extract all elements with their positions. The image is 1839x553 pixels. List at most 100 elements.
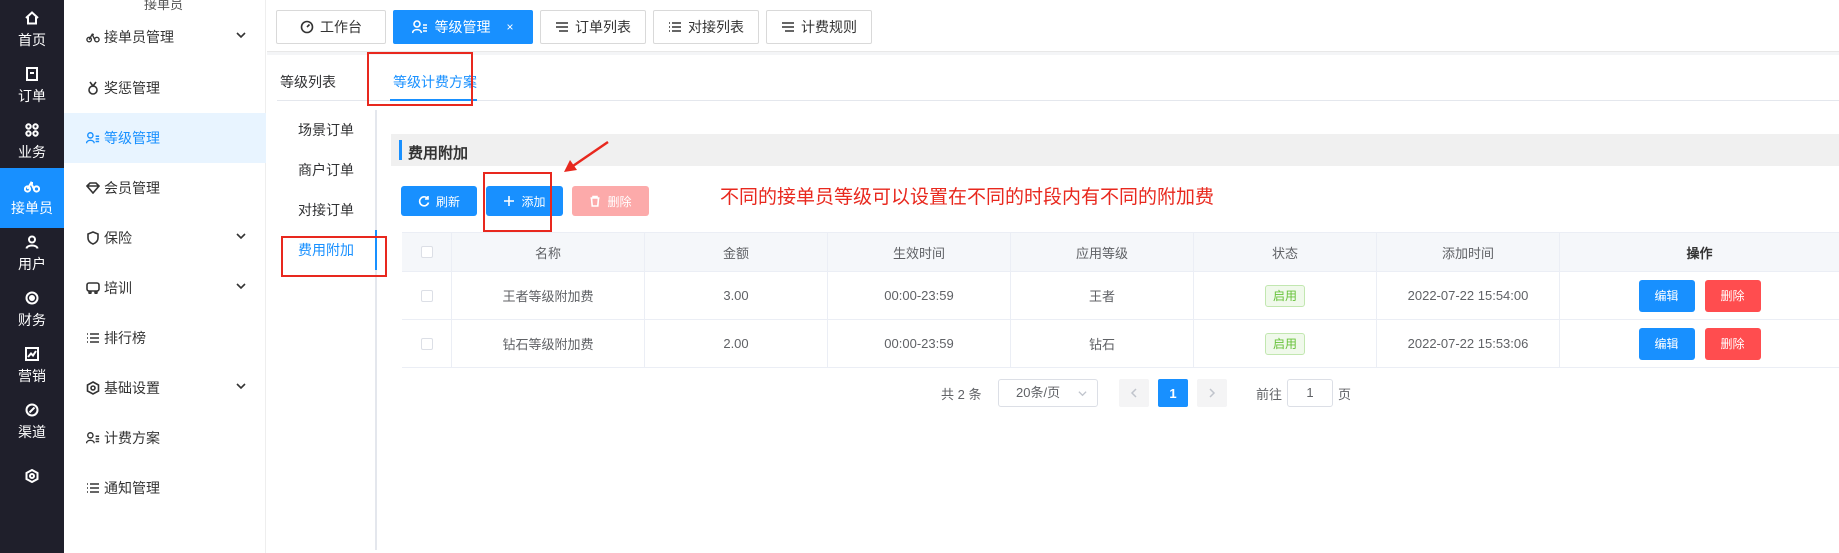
edit-button[interactable]: 编辑 [1638, 327, 1695, 360]
vtab-scene-order[interactable]: 场景订单 [277, 110, 375, 150]
chevron-down-icon [236, 283, 246, 290]
tab-level-management[interactable]: 等级管理 × [393, 10, 533, 44]
list-icon [782, 22, 794, 32]
rail-item-courier[interactable]: 接单员 [0, 168, 64, 228]
close-icon[interactable]: × [506, 20, 513, 34]
sidebar-item-level-management[interactable]: 等级管理 [64, 113, 266, 163]
rail-item-finance[interactable]: 财务 [0, 280, 64, 340]
add-button[interactable]: 添加 [486, 186, 563, 216]
table-row: 王者等级附加费 3.00 00:00-23:59 王者 启用 2022-07-2… [402, 272, 1839, 320]
plus-icon [504, 196, 515, 206]
tab-level-billing-plan[interactable]: 等级计费方案 [393, 72, 477, 92]
chart-icon [24, 346, 40, 362]
user-list-icon [86, 431, 100, 445]
diamond-icon [86, 181, 100, 195]
refresh-button[interactable]: 刷新 [401, 186, 477, 216]
rail-item-marketing[interactable]: 营销 [0, 336, 64, 396]
table-header: 名称 金额 生效时间 应用等级 状态 添加时间 操作 [402, 233, 1839, 272]
sidebar-item-label: 等级管理 [104, 130, 160, 146]
row-checkbox[interactable] [420, 289, 433, 302]
rail-item-user[interactable]: 用户 [0, 224, 64, 284]
sidebar-item-label: 会员管理 [104, 180, 160, 196]
rail-item-label: 业务 [18, 144, 46, 160]
vtab-merchant-order[interactable]: 商户订单 [277, 150, 375, 190]
prev-page-button[interactable] [1119, 379, 1149, 407]
status-badge: 启用 [1264, 332, 1305, 355]
tab-docking-list[interactable]: 对接列表 [653, 10, 759, 44]
cell-effective-time: 00:00-23:59 [828, 272, 1011, 319]
bus-icon [86, 281, 100, 295]
order-icon [24, 66, 40, 82]
chevron-right-icon [1209, 388, 1216, 398]
shield-icon [86, 231, 100, 245]
rail-item-business[interactable]: 业务 [0, 112, 64, 172]
chevron-down-icon [236, 32, 246, 39]
sidebar-item-label: 通知管理 [104, 480, 160, 496]
sidebar-item-label: 奖惩管理 [104, 80, 160, 96]
next-page-button[interactable] [1197, 379, 1227, 407]
rail-item-label: 营销 [18, 368, 46, 384]
tab-workbench[interactable]: 工作台 [276, 10, 386, 44]
edit-button[interactable]: 编辑 [1638, 279, 1695, 312]
channel-icon [24, 402, 40, 418]
tab-billing-rules[interactable]: 计费规则 [766, 10, 872, 44]
col-status: 状态 [1194, 233, 1377, 271]
rail-item-home[interactable]: 首页 [0, 0, 64, 60]
row-delete-button[interactable]: 删除 [1704, 327, 1761, 360]
vtab-docking-order[interactable]: 对接订单 [277, 190, 375, 230]
cell-level: 钻石 [1011, 320, 1194, 367]
chevron-down-icon [1078, 391, 1087, 397]
rail-item-settings[interactable] [0, 448, 64, 508]
col-level: 应用等级 [1011, 233, 1194, 271]
sidebar-item-notifications[interactable]: 通知管理 [64, 463, 266, 513]
sidebar-item-insurance[interactable]: 保险 [64, 213, 266, 263]
sidebar-item-member-management[interactable]: 会员管理 [64, 163, 266, 213]
list-icon [669, 22, 681, 32]
trash-icon [590, 195, 600, 207]
tab-label: 订单列表 [575, 19, 631, 35]
sidebar-item-ranking[interactable]: 排行榜 [64, 313, 266, 363]
cell-actions: 编辑 删除 [1560, 320, 1839, 367]
status-badge: 启用 [1264, 284, 1305, 307]
sidebar-item-courier-management[interactable]: 接单员管理 [64, 12, 266, 62]
cell-effective-time: 00:00-23:59 [828, 320, 1011, 367]
sidebar-item-billing-plan[interactable]: 计费方案 [64, 413, 266, 463]
page-number-current[interactable]: 1 [1158, 379, 1188, 407]
sidebar-item-rewards[interactable]: 奖惩管理 [64, 63, 266, 113]
bike-icon [24, 178, 40, 194]
tab-order-list[interactable]: 订单列表 [540, 10, 646, 44]
add-label: 添加 [521, 194, 546, 209]
tab-label: 等级管理 [434, 19, 491, 35]
chevron-left-icon [1130, 388, 1137, 398]
col-amount: 金额 [645, 233, 828, 271]
row-select-cell [402, 320, 452, 367]
user-icon [24, 234, 40, 250]
rail-item-order[interactable]: 订单 [0, 56, 64, 116]
cell-added-time: 2022-07-22 15:53:06 [1377, 320, 1560, 367]
row-checkbox[interactable] [420, 337, 433, 350]
tab-level-list[interactable]: 等级列表 [280, 72, 336, 92]
select-all-checkbox[interactable] [420, 246, 433, 258]
delete-button[interactable]: 删除 [572, 186, 649, 216]
sidebar-item-basic-settings[interactable]: 基础设置 [64, 363, 266, 413]
section-title: 费用附加 [408, 145, 469, 162]
cell-status: 启用 [1194, 272, 1377, 319]
rail-item-label: 接单员 [11, 200, 53, 216]
vtab-fee-surcharge[interactable]: 费用附加 [277, 230, 375, 270]
user-list-icon [86, 131, 100, 145]
cell-level: 王者 [1011, 272, 1194, 319]
sidebar-item-label: 接单员管理 [104, 29, 174, 45]
goto-page-input[interactable]: 1 [1287, 379, 1333, 407]
medal-icon [86, 81, 100, 95]
sidebar-item-training[interactable]: 培训 [64, 263, 266, 313]
cell-actions: 编辑 删除 [1560, 272, 1839, 319]
cell-amount: 2.00 [645, 320, 828, 367]
row-delete-button[interactable]: 删除 [1704, 279, 1761, 312]
rail-item-label: 用户 [18, 256, 46, 272]
secondary-sidebar: 接单员 接单员管理 奖惩管理 等级管理 会员管理 保险 培训 排行榜 基础设置 … [64, 0, 266, 553]
page-suffix-label: 页 [1338, 387, 1352, 402]
page-size-value: 20条/页 [1016, 385, 1061, 400]
page-size-select[interactable]: 20条/页 [998, 379, 1098, 407]
cell-added-time: 2022-07-22 15:54:00 [1377, 272, 1560, 319]
rail-item-channel[interactable]: 渠道 [0, 392, 64, 452]
